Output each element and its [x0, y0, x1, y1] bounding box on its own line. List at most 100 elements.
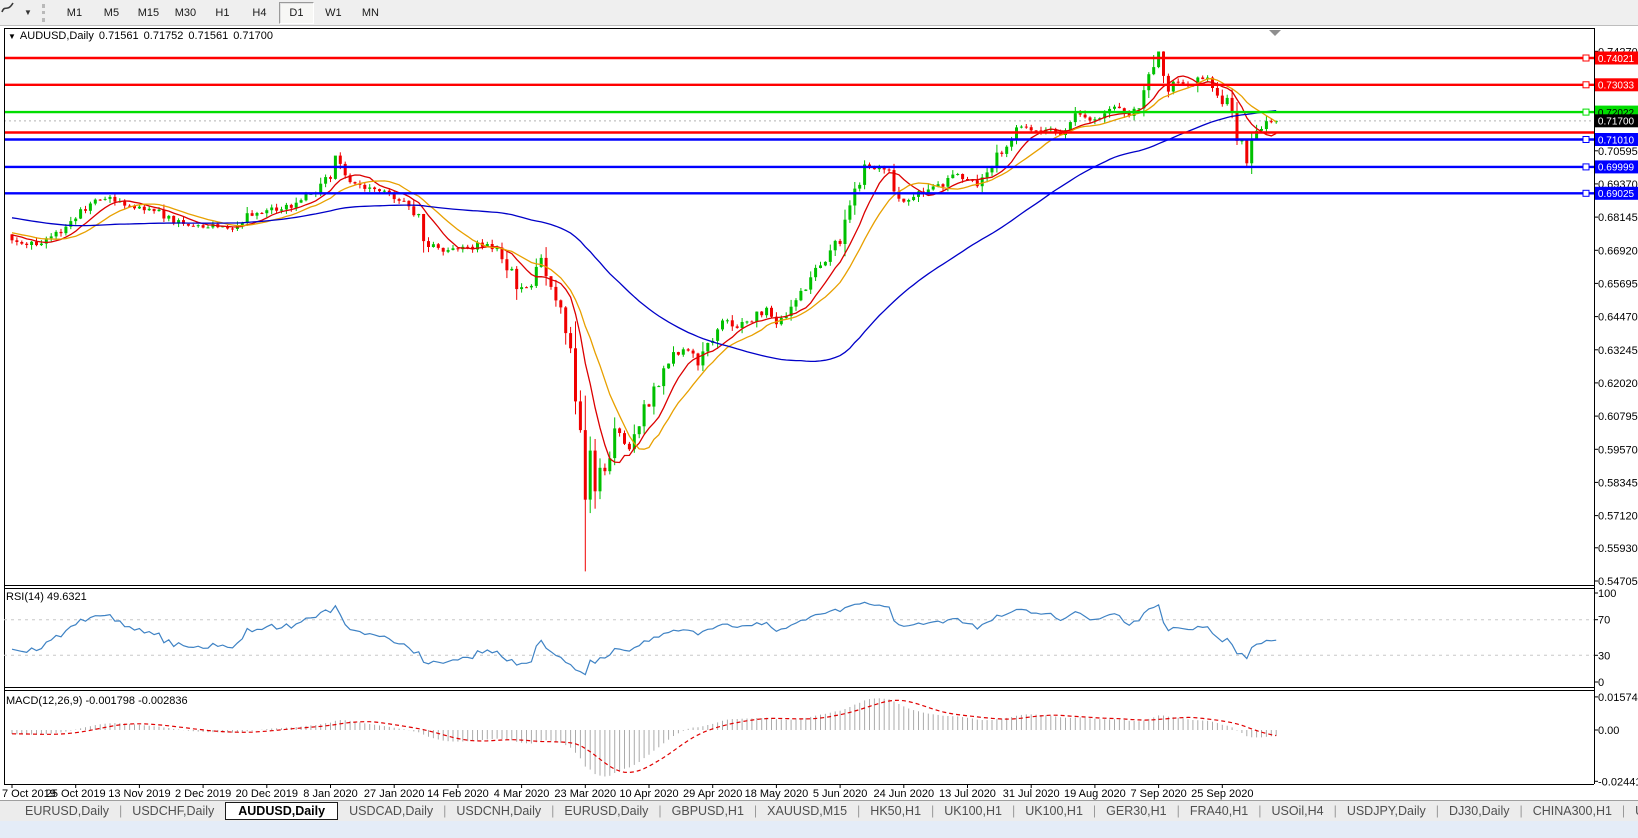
date-axis-label: 25 Oct 2019	[46, 788, 106, 800]
price-tag-text: 0.73033	[1598, 81, 1635, 92]
chart-tab-china300-h1[interactable]: CHINA300,H1	[1524, 803, 1621, 819]
candle-body	[373, 188, 376, 190]
candle-body	[192, 226, 195, 227]
timeframe-button-m30[interactable]: M30	[168, 2, 203, 24]
candle-body	[25, 244, 28, 245]
timeframe-button-m1[interactable]: M1	[57, 2, 92, 24]
horizontal-line-0.69999[interactable]	[4, 164, 1594, 170]
candle-body	[986, 172, 989, 177]
candle-body	[1172, 82, 1175, 92]
horizontal-line-0.74021[interactable]	[4, 55, 1594, 61]
candle-body	[55, 232, 58, 237]
timeframe-button-mn[interactable]: MN	[353, 2, 388, 24]
timeframe-button-d1[interactable]: D1	[279, 2, 314, 24]
chart-tab-usdcnh-daily[interactable]: USDCNH,Daily	[447, 803, 550, 819]
tab-separator: |	[931, 804, 934, 818]
candle-body	[814, 268, 817, 277]
candle-body	[613, 428, 616, 458]
date-axis-label: 10 Apr 2020	[619, 788, 678, 800]
rsi-axis-tick: 30	[1598, 650, 1610, 662]
chart-tab-ger30-h1[interactable]: GER30,H1	[1097, 803, 1175, 819]
candle-body	[280, 209, 283, 210]
candle-body	[569, 333, 572, 348]
chart-tab-uk100-h1[interactable]: UK100,H1	[935, 803, 1011, 819]
chart-tab-usdjpy-daily[interactable]: USDJPY,Daily	[1338, 803, 1435, 819]
candle-body	[648, 404, 651, 406]
candle-body	[295, 203, 298, 208]
candle-body	[1000, 153, 1003, 154]
timeframe-buttons: M1M5M15M30H1H4D1W1MN	[56, 2, 389, 24]
candle-body	[731, 320, 734, 326]
price-axis-tick: 0.58345	[1598, 477, 1638, 489]
tab-separator: |	[443, 804, 446, 818]
candle-body	[15, 240, 18, 242]
chart-tab-usdcad-daily[interactable]: USDCAD,Daily	[340, 803, 442, 819]
candle-body	[716, 329, 719, 341]
chart-tab-audusd-daily[interactable]: AUDUSD,Daily	[225, 802, 338, 820]
candle-body	[403, 201, 406, 202]
candle-body	[750, 322, 753, 323]
candle-body	[946, 178, 949, 187]
chart-canvas[interactable]: 0.742700.705950.693700.681450.669200.656…	[0, 26, 1638, 800]
candle-body	[976, 181, 979, 187]
timeframe-button-h4[interactable]: H4	[242, 2, 277, 24]
horizontal-line-0.69025[interactable]	[4, 190, 1594, 196]
timeframe-button-m15[interactable]: M15	[131, 2, 166, 24]
candle-body	[809, 277, 812, 289]
timeframe-button-m5[interactable]: M5	[94, 2, 129, 24]
horizontal-line-0.72022[interactable]	[4, 109, 1594, 115]
timeframe-button-h1[interactable]: H1	[205, 2, 240, 24]
chart-shift-marker-icon	[1269, 30, 1281, 36]
macd-histogram	[12, 698, 1276, 776]
candle-body	[951, 175, 954, 179]
dropdown-caret-icon[interactable]: ▼	[24, 8, 32, 17]
candle-body	[638, 426, 641, 434]
candle-body	[202, 225, 205, 227]
candle-body	[79, 209, 82, 218]
line-end-marker	[1583, 164, 1589, 170]
chart-tab-usdchf-daily[interactable]: USDCHF,Daily	[123, 803, 223, 819]
candle-body	[888, 170, 891, 171]
price-axis-tick: 0.70595	[1598, 146, 1638, 158]
price-axis-tick: 0.64470	[1598, 312, 1638, 324]
chart-tab-fra40-h1[interactable]: FRA40,H1	[1181, 803, 1257, 819]
timeframe-button-w1[interactable]: W1	[316, 2, 351, 24]
candle-body	[667, 364, 670, 369]
candle-body	[143, 207, 146, 211]
horizontal-line-0.73033[interactable]	[4, 82, 1594, 88]
date-axis-label: 20 Dec 2019	[236, 788, 298, 800]
candle-body	[412, 206, 415, 215]
timeframe-toolbar: ▼ M1M5M15M30H1H4D1W1MN	[0, 0, 1638, 26]
candle-body	[677, 352, 680, 355]
chart-tab-dj30-daily[interactable]: DJ30,Daily	[1440, 803, 1518, 819]
line-end-marker	[1583, 109, 1589, 115]
candle-body	[554, 287, 557, 301]
toolbar-grip[interactable]	[42, 4, 48, 22]
candle-body	[515, 269, 518, 289]
chart-tab-usoil-h[interactable]: USOil,H	[1626, 803, 1638, 819]
draw-tool-icon[interactable]	[5, 4, 23, 22]
candle-body	[589, 451, 592, 500]
candle-body	[35, 242, 38, 245]
tab-separator: |	[857, 804, 860, 818]
chart-tab-uk100-h1[interactable]: UK100,H1	[1016, 803, 1092, 819]
chart-tab-eurusd-daily[interactable]: EURUSD,Daily	[555, 803, 657, 819]
candle-body	[285, 205, 288, 210]
candle-body	[1079, 113, 1082, 114]
chart-tab-usoil-h4[interactable]: USOil,H4	[1262, 803, 1332, 819]
candle-body	[447, 250, 450, 252]
chart-tab-eurusd-daily[interactable]: EURUSD,Daily	[16, 803, 118, 819]
chart-tab-xauusd-m15[interactable]: XAUUSD,M15	[758, 803, 856, 819]
candle-body	[770, 308, 773, 317]
candle-body	[167, 216, 170, 219]
candle-body	[510, 269, 513, 270]
candle-body	[305, 194, 308, 200]
date-axis-label: 27 Jan 2020	[364, 788, 425, 800]
candle-body	[1020, 127, 1023, 128]
date-axis-label: 31 Jul 2020	[1003, 788, 1060, 800]
candle-body	[1250, 139, 1253, 163]
horizontal-line-0.7101[interactable]	[4, 137, 1594, 143]
chart-tab-gbpusd-h1[interactable]: GBPUSD,H1	[663, 803, 753, 819]
chart-tab-hk50-h1[interactable]: HK50,H1	[861, 803, 930, 819]
candle-body	[701, 351, 704, 365]
